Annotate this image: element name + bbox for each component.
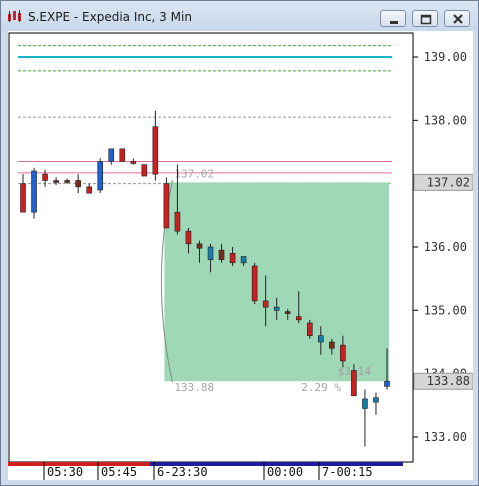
close-button[interactable] — [444, 10, 470, 27]
trade-profit-box — [164, 182, 389, 382]
candle-body — [229, 253, 236, 264]
candle-body — [240, 256, 247, 264]
current-price-label: 137.02 — [427, 175, 470, 189]
time-tick-label: 05:45 — [101, 465, 137, 479]
trade-overlay: 137.02133.88$3.142.29 % — [160, 167, 389, 394]
chart-area[interactable]: 137.02133.88$3.142.29 % 139.00138.00137.… — [8, 31, 473, 480]
candle-body — [262, 300, 269, 308]
restore-icon — [420, 14, 432, 25]
candle — [31, 167, 37, 219]
candle-body — [196, 243, 203, 249]
candle-body — [207, 246, 214, 260]
trade-exit-label: 133.88 — [174, 381, 214, 394]
candle-body — [141, 164, 148, 177]
candle — [141, 164, 148, 177]
candle-body — [185, 230, 192, 245]
window-title: S.EXPE - Expedia Inc, 3 Min — [28, 10, 192, 24]
candle-body — [273, 306, 280, 311]
time-tick-label: 7-00:15 — [322, 465, 373, 479]
candle-body — [97, 161, 104, 191]
candle-body — [251, 265, 258, 302]
candle-body — [108, 148, 115, 162]
price-tick-label: 136.00 — [424, 240, 467, 254]
candle-body — [152, 126, 159, 175]
candle-body — [318, 335, 324, 343]
candle — [97, 158, 104, 194]
candle-body — [284, 311, 291, 314]
candle-body — [351, 370, 357, 397]
candle-body — [329, 341, 335, 349]
candle-body — [306, 322, 313, 336]
candle-body — [31, 170, 37, 213]
candle — [163, 177, 170, 229]
candle-body — [20, 183, 26, 213]
candle — [119, 148, 126, 162]
trade-pct-label: 2.29 % — [301, 381, 341, 394]
time-tick-label: 00:00 — [267, 465, 303, 479]
candle-body — [53, 180, 59, 183]
trade-entry-label: 137.02 — [174, 167, 214, 180]
candle-body — [42, 173, 48, 181]
candle-body — [64, 180, 70, 183]
price-tick-label: 138.00 — [424, 113, 467, 127]
chart-app-icon — [8, 10, 21, 22]
candle-body — [384, 380, 390, 387]
candle — [251, 262, 258, 304]
price-axis: 139.00138.00137.00136.00135.00134.00133.… — [413, 50, 473, 444]
last-price-label: 133.88 — [427, 374, 470, 388]
candle-body — [86, 186, 92, 194]
title-bar[interactable]: S.EXPE - Expedia Inc, 3 Min — [1, 1, 478, 31]
chart-window: S.EXPE - Expedia Inc, 3 Min 137.02 133.88… — [0, 0, 479, 486]
candle-body — [130, 161, 137, 164]
candle-body — [163, 183, 170, 229]
candle-body — [362, 398, 368, 409]
candle-body — [75, 180, 81, 188]
candlestick-chart[interactable]: 137.02133.88$3.142.29 % 139.00138.00137.… — [8, 31, 473, 480]
time-tick-label: 05:30 — [47, 465, 83, 479]
candle-body — [340, 344, 346, 362]
price-tick-label: 139.00 — [424, 50, 467, 64]
close-icon — [453, 14, 463, 24]
price-tick-label: 133.00 — [424, 430, 467, 444]
price-tick-label: 135.00 — [424, 303, 467, 317]
time-tick-label: 6-23:30 — [157, 465, 208, 479]
restore-button[interactable] — [412, 10, 438, 27]
candle-body — [373, 397, 379, 403]
candle-body — [295, 316, 302, 321]
minimize-icon — [390, 21, 398, 24]
candle-body — [119, 148, 126, 162]
candle-body — [174, 211, 181, 232]
candle-body — [218, 249, 225, 260]
minimize-button[interactable] — [380, 10, 406, 27]
